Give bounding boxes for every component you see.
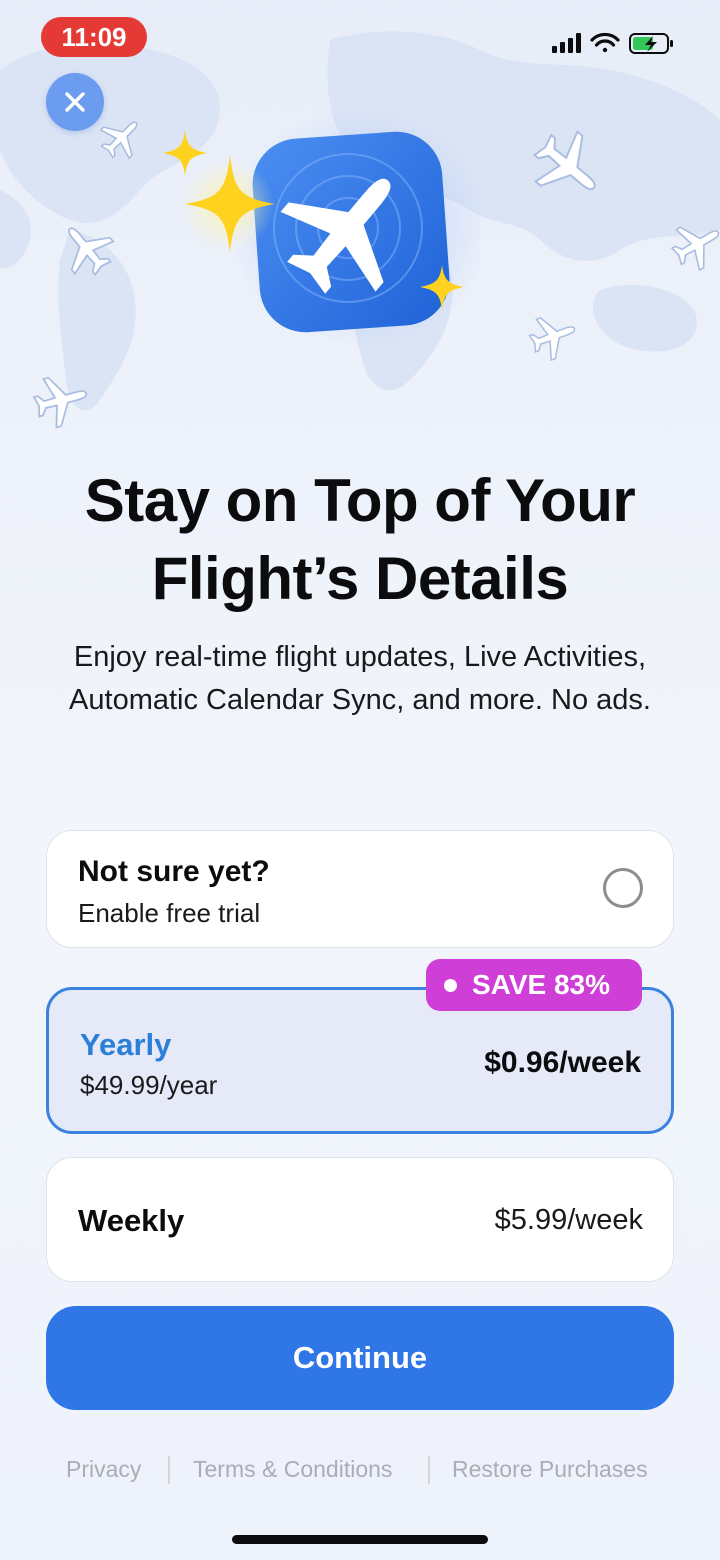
battery-charging-icon — [629, 33, 673, 54]
close-button[interactable] — [46, 73, 104, 131]
title-line-2: Flight’s Details — [151, 545, 569, 612]
title-line-1: Stay on Top of Your — [84, 467, 636, 534]
cellular-signal-icon — [552, 33, 581, 53]
small-airplane-icon — [32, 376, 88, 429]
trial-subtitle: Enable free trial — [78, 898, 261, 928]
trial-title: Not sure yet? — [78, 855, 270, 888]
airplane-app-icon — [163, 110, 480, 348]
footer-links: Privacy Terms & Conditions Restore Purch… — [0, 1452, 720, 1488]
home-indicator — [232, 1535, 488, 1544]
free-trial-option[interactable]: Not sure yet? Enable free trial — [46, 830, 674, 948]
yearly-plan-name: Yearly — [80, 1027, 172, 1062]
yearly-plan-price: $49.99/year — [80, 1070, 218, 1100]
page-subtitle: Enjoy real-time flight updates, Live Act… — [69, 641, 651, 716]
terms-link[interactable]: Terms & Conditions — [193, 1456, 392, 1483]
yearly-plan-weekly-price: $0.96/week — [484, 1046, 641, 1079]
small-airplane-icon — [528, 317, 576, 362]
status-icons — [552, 32, 673, 54]
continue-button[interactable]: Continue — [46, 1306, 674, 1410]
small-airplane-icon — [68, 227, 115, 276]
weekly-plan-option[interactable]: Weekly $5.99/week — [46, 1157, 674, 1282]
restore-purchases-link[interactable]: Restore Purchases — [452, 1456, 648, 1483]
save-badge: SAVE 83% — [426, 959, 642, 1011]
save-badge-label: SAVE 83% — [472, 969, 610, 1000]
weekly-plan-price: $5.99/week — [494, 1204, 643, 1236]
trial-radio-button[interactable] — [603, 868, 643, 908]
footer-divider — [428, 1456, 430, 1484]
footer-divider — [168, 1456, 170, 1484]
small-airplane-icon — [99, 121, 138, 160]
page-title: Stay on Top of Your Flight’s Details — [0, 462, 720, 618]
wifi-icon — [590, 32, 620, 53]
badge-dot-icon — [444, 979, 457, 992]
status-time: 11:09 — [41, 17, 147, 57]
small-airplane-icon — [532, 130, 596, 191]
close-icon — [65, 92, 85, 112]
weekly-plan-name: Weekly — [78, 1203, 185, 1238]
small-airplane-icon — [670, 226, 720, 272]
privacy-link[interactable]: Privacy — [66, 1456, 141, 1483]
